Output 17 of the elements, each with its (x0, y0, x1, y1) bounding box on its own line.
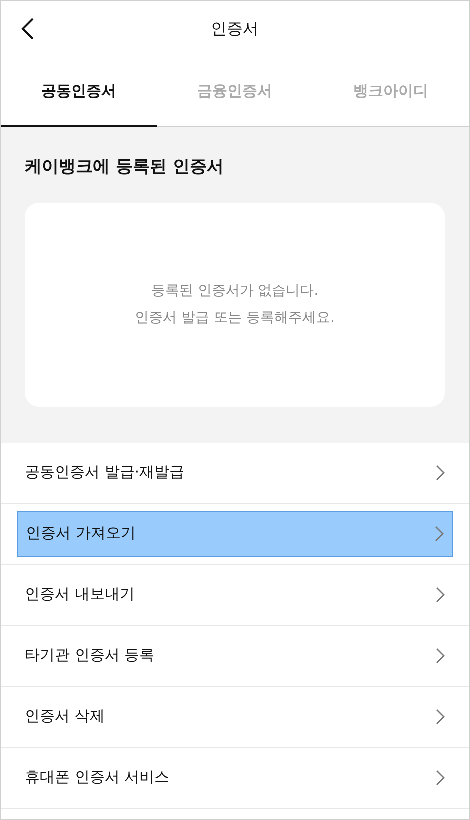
menu-item[interactable]: 인증서 삭제 (17, 694, 453, 740)
chevron-right-icon (436, 464, 445, 480)
page-title: 인증서 (211, 18, 259, 40)
menu-item[interactable]: 타기관 인증서 등록 (17, 632, 453, 678)
chevron-right-icon (436, 586, 445, 602)
menu-item[interactable]: 인증서 내보내기 (17, 572, 453, 618)
chevron-right-icon (436, 770, 445, 786)
empty-message: 등록된 인증서가 없습니다. (151, 282, 319, 300)
menu-item[interactable]: 공동인증서 발급·재발급 (17, 450, 453, 496)
menu-item[interactable]: 인증서 가져오기 (17, 510, 453, 556)
empty-message: 인증서 발급 또는 등록해주세요. (135, 308, 335, 328)
chevron-right-icon (436, 648, 445, 664)
section-heading: 케이뱅크에 등록된 인증서 (25, 156, 225, 179)
menu-item[interactable]: 휴대폰 인증서 서비스 (17, 754, 453, 800)
chevron-right-icon (436, 708, 445, 724)
chevron-right-icon (435, 526, 444, 542)
back-icon[interactable] (21, 18, 35, 40)
